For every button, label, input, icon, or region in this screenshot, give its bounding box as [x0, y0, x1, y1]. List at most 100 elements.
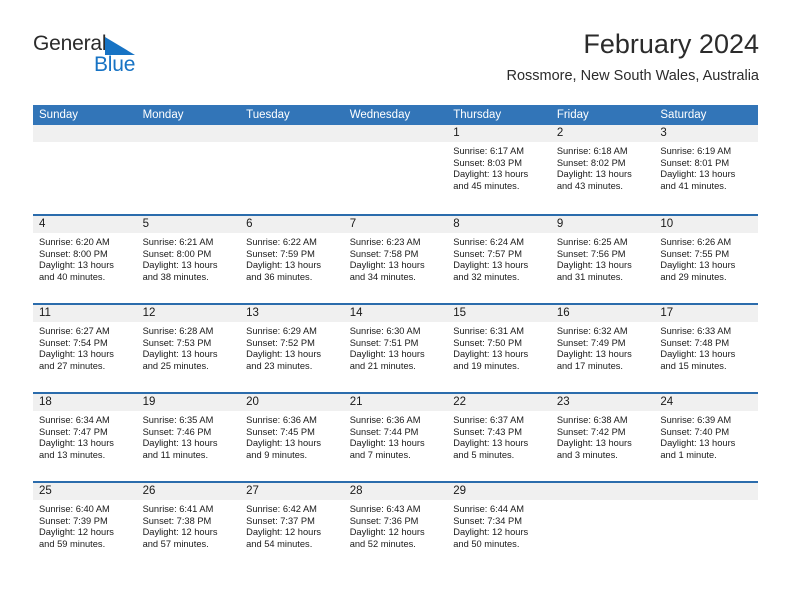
- calendar-day-cell[interactable]: 27 Sunrise: 6:42 AM Sunset: 7:37 PM Dayligh…: [240, 483, 344, 570]
- calendar-day-cell[interactable]: 7 Sunrise: 6:23 AM Sunset: 7:58 PM Daylight…: [343, 216, 448, 303]
- day-sun-info: Sunrise: 6:24 AM Sunset: 7:57 PM Daylight:…: [447, 233, 551, 283]
- sunrise-time: Sunrise: 6:30 AM: [349, 326, 421, 336]
- daylight-duration: Daylight: 13 hours and 13 minutes.: [39, 438, 114, 460]
- weekday-header-wednesday: Wednesday: [349, 109, 411, 121]
- sunset-time: Sunset: 7:48 PM: [660, 337, 730, 348]
- day-number: 24: [654, 394, 758, 411]
- calendar-day-cell[interactable]: 2 Sunrise: 6:18 AM Sunset: 8:02 PM Daylight…: [550, 125, 655, 214]
- calendar-day-cell-empty: [654, 483, 758, 570]
- daylight-duration: Daylight: 13 hours and 25 minutes.: [142, 349, 218, 371]
- calendar-day-cell[interactable]: 23 Sunrise: 6:38 AM Sunset: 7:42 PM Dayligh…: [550, 394, 655, 481]
- daylight-duration: Daylight: 13 hours and 31 minutes.: [556, 260, 632, 282]
- calendar-day-cell[interactable]: 3 Sunrise: 6:19 AM Sunset: 8:01 PM Daylight…: [654, 125, 758, 214]
- calendar-day-cell[interactable]: 5 Sunrise: 6:21 AM Sunset: 8:00 PM Daylight…: [136, 216, 241, 303]
- day-number: 5: [136, 216, 241, 233]
- sunset-time: Sunset: 8:00 PM: [39, 248, 108, 259]
- sunrise-time: Sunrise: 6:39 AM: [660, 415, 732, 425]
- sunrise-time: Sunrise: 6:21 AM: [142, 237, 214, 247]
- day-number: 13: [240, 305, 344, 322]
- calendar-day-cell[interactable]: 14 Sunrise: 6:30 AM Sunset: 7:51 PM Dayligh…: [343, 305, 448, 392]
- daylight-duration: Daylight: 13 hours and 15 minutes.: [660, 349, 736, 371]
- calendar-day-cell[interactable]: 20 Sunrise: 6:36 AM Sunset: 7:45 PM Dayligh…: [240, 394, 344, 481]
- day-sun-info: Sunrise: 6:42 AM Sunset: 7:37 PM Daylight:…: [240, 500, 344, 550]
- daylight-duration: Daylight: 13 hours and 45 minutes.: [453, 169, 529, 191]
- calendar-day-cell[interactable]: 8 Sunrise: 6:24 AM Sunset: 7:57 PM Daylight…: [447, 216, 551, 303]
- calendar-day-cell[interactable]: 4 Sunrise: 6:20 AM Sunset: 8:00 PM Daylight…: [33, 216, 137, 303]
- sunrise-time: Sunrise: 6:27 AM: [39, 326, 110, 336]
- sunrise-time: Sunrise: 6:31 AM: [453, 326, 525, 336]
- sunrise-time: Sunrise: 6:34 AM: [39, 415, 110, 425]
- sunset-time: Sunset: 7:57 PM: [453, 248, 522, 259]
- calendar-day-cell[interactable]: 12 Sunrise: 6:28 AM Sunset: 7:53 PM Dayligh…: [136, 305, 241, 392]
- daylight-duration: Daylight: 13 hours and 41 minutes.: [660, 169, 736, 191]
- daylight-duration: Daylight: 13 hours and 17 minutes.: [556, 349, 632, 371]
- weekday-header-monday: Monday: [142, 109, 184, 121]
- daylight-duration: Daylight: 13 hours and 32 minutes.: [453, 260, 529, 282]
- daylight-duration: Daylight: 13 hours and 1 minute.: [660, 438, 736, 460]
- calendar-day-cell[interactable]: 22 Sunrise: 6:37 AM Sunset: 7:43 PM Dayligh…: [447, 394, 551, 481]
- calendar-day-cell[interactable]: 28 Sunrise: 6:43 AM Sunset: 7:36 PM Dayligh…: [343, 483, 448, 570]
- calendar-day-cell[interactable]: 13 Sunrise: 6:29 AM Sunset: 7:52 PM Dayligh…: [240, 305, 344, 392]
- day-number: 12: [136, 305, 241, 322]
- sunset-time: Sunset: 7:45 PM: [246, 426, 315, 437]
- brand-logo[interactable]: General Blue: [33, 32, 233, 82]
- sunset-time: Sunset: 7:52 PM: [246, 337, 315, 348]
- calendar-day-cell[interactable]: 29 Sunrise: 6:44 AM Sunset: 7:34 PM Dayligh…: [447, 483, 551, 570]
- calendar-body: 1 Sunrise: 6:17 AM Sunset: 8:03 PM Daylight…: [33, 125, 758, 570]
- calendar-day-cell[interactable]: 17 Sunrise: 6:33 AM Sunset: 7:48 PM Dayligh…: [654, 305, 758, 392]
- daylight-duration: Daylight: 13 hours and 38 minutes.: [142, 260, 218, 282]
- calendar-day-cell[interactable]: 6 Sunrise: 6:22 AM Sunset: 7:59 PM Daylight…: [240, 216, 344, 303]
- day-number: 19: [136, 394, 241, 411]
- sunrise-time: Sunrise: 6:26 AM: [660, 237, 732, 247]
- day-sun-info: Sunrise: 6:43 AM Sunset: 7:36 PM Daylight:…: [344, 500, 448, 550]
- day-sun-info: Sunrise: 6:26 AM Sunset: 7:55 PM Daylight:…: [654, 233, 758, 283]
- day-number: 14: [343, 305, 448, 322]
- calendar-day-cell[interactable]: 24 Sunrise: 6:39 AM Sunset: 7:40 PM Dayligh…: [654, 394, 758, 481]
- day-sun-info: Sunrise: 6:20 AM Sunset: 8:00 PM Daylight:…: [33, 233, 137, 283]
- calendar-day-cell[interactable]: 10 Sunrise: 6:26 AM Sunset: 7:55 PM Dayligh…: [654, 216, 758, 303]
- day-sun-info: Sunrise: 6:39 AM Sunset: 7:40 PM Daylight:…: [654, 411, 758, 461]
- day-sun-info: Sunrise: 6:44 AM Sunset: 7:34 PM Daylight:…: [447, 500, 551, 550]
- calendar-day-cell[interactable]: 15 Sunrise: 6:31 AM Sunset: 7:50 PM Dayligh…: [447, 305, 551, 392]
- weekday-header-friday: Friday: [556, 109, 589, 121]
- day-number: [33, 125, 137, 142]
- calendar-page: General Blue February 2024 Rossmore, New…: [0, 0, 792, 612]
- sunset-time: Sunset: 7:39 PM: [39, 515, 108, 526]
- sunrise-time: Sunrise: 6:42 AM: [246, 504, 317, 514]
- calendar-day-cell[interactable]: 21 Sunrise: 6:36 AM Sunset: 7:44 PM Dayligh…: [343, 394, 448, 481]
- sunset-time: Sunset: 7:38 PM: [142, 515, 212, 526]
- calendar-day-cell[interactable]: 9 Sunrise: 6:25 AM Sunset: 7:56 PM Daylight…: [550, 216, 655, 303]
- sunset-time: Sunset: 7:51 PM: [349, 337, 419, 348]
- day-sun-info: Sunrise: 6:33 AM Sunset: 7:48 PM Daylight:…: [654, 322, 758, 372]
- day-number: 17: [654, 305, 758, 322]
- day-number: 26: [136, 483, 241, 500]
- day-sun-info: Sunrise: 6:36 AM Sunset: 7:45 PM Daylight:…: [240, 411, 344, 461]
- sunset-time: Sunset: 7:40 PM: [660, 426, 730, 437]
- calendar-day-cell[interactable]: 25 Sunrise: 6:40 AM Sunset: 7:39 PM Dayligh…: [33, 483, 137, 570]
- calendar-day-cell[interactable]: 16 Sunrise: 6:32 AM Sunset: 7:49 PM Dayligh…: [550, 305, 655, 392]
- calendar-week-row: 1 Sunrise: 6:17 AM Sunset: 8:03 PM Daylight…: [33, 125, 758, 214]
- sunrise-time: Sunrise: 6:35 AM: [142, 415, 214, 425]
- daylight-duration: Daylight: 12 hours and 50 minutes.: [453, 527, 529, 549]
- sunrise-time: Sunrise: 6:17 AM: [453, 146, 525, 156]
- sunset-time: Sunset: 8:01 PM: [660, 157, 730, 168]
- day-sun-info: Sunrise: 6:25 AM Sunset: 7:56 PM Daylight:…: [551, 233, 655, 283]
- calendar-day-cell[interactable]: 1 Sunrise: 6:17 AM Sunset: 8:03 PM Daylight…: [447, 125, 551, 214]
- brand-name-bottom: Blue: [94, 53, 136, 76]
- daylight-duration: Daylight: 13 hours and 27 minutes.: [39, 349, 114, 371]
- sunrise-time: Sunrise: 6:23 AM: [349, 237, 421, 247]
- calendar-day-cell[interactable]: 19 Sunrise: 6:35 AM Sunset: 7:46 PM Dayligh…: [136, 394, 241, 481]
- day-number: 27: [240, 483, 344, 500]
- calendar-day-cell[interactable]: 18 Sunrise: 6:34 AM Sunset: 7:47 PM Dayligh…: [33, 394, 137, 481]
- day-number: 4: [33, 216, 137, 233]
- calendar-day-cell[interactable]: 11 Sunrise: 6:27 AM Sunset: 7:54 PM Dayligh…: [33, 305, 137, 392]
- day-number: 28: [343, 483, 448, 500]
- sunset-time: Sunset: 7:55 PM: [660, 248, 730, 259]
- calendar-day-cell[interactable]: 26 Sunrise: 6:41 AM Sunset: 7:38 PM Dayligh…: [136, 483, 241, 570]
- daylight-duration: Daylight: 13 hours and 36 minutes.: [246, 260, 322, 282]
- sunset-time: Sunset: 7:36 PM: [349, 515, 419, 526]
- sunrise-time: Sunrise: 6:33 AM: [660, 326, 732, 336]
- day-number: 21: [343, 394, 448, 411]
- weekday-header-saturday: Saturday: [660, 109, 707, 121]
- daylight-duration: Daylight: 13 hours and 5 minutes.: [453, 438, 529, 460]
